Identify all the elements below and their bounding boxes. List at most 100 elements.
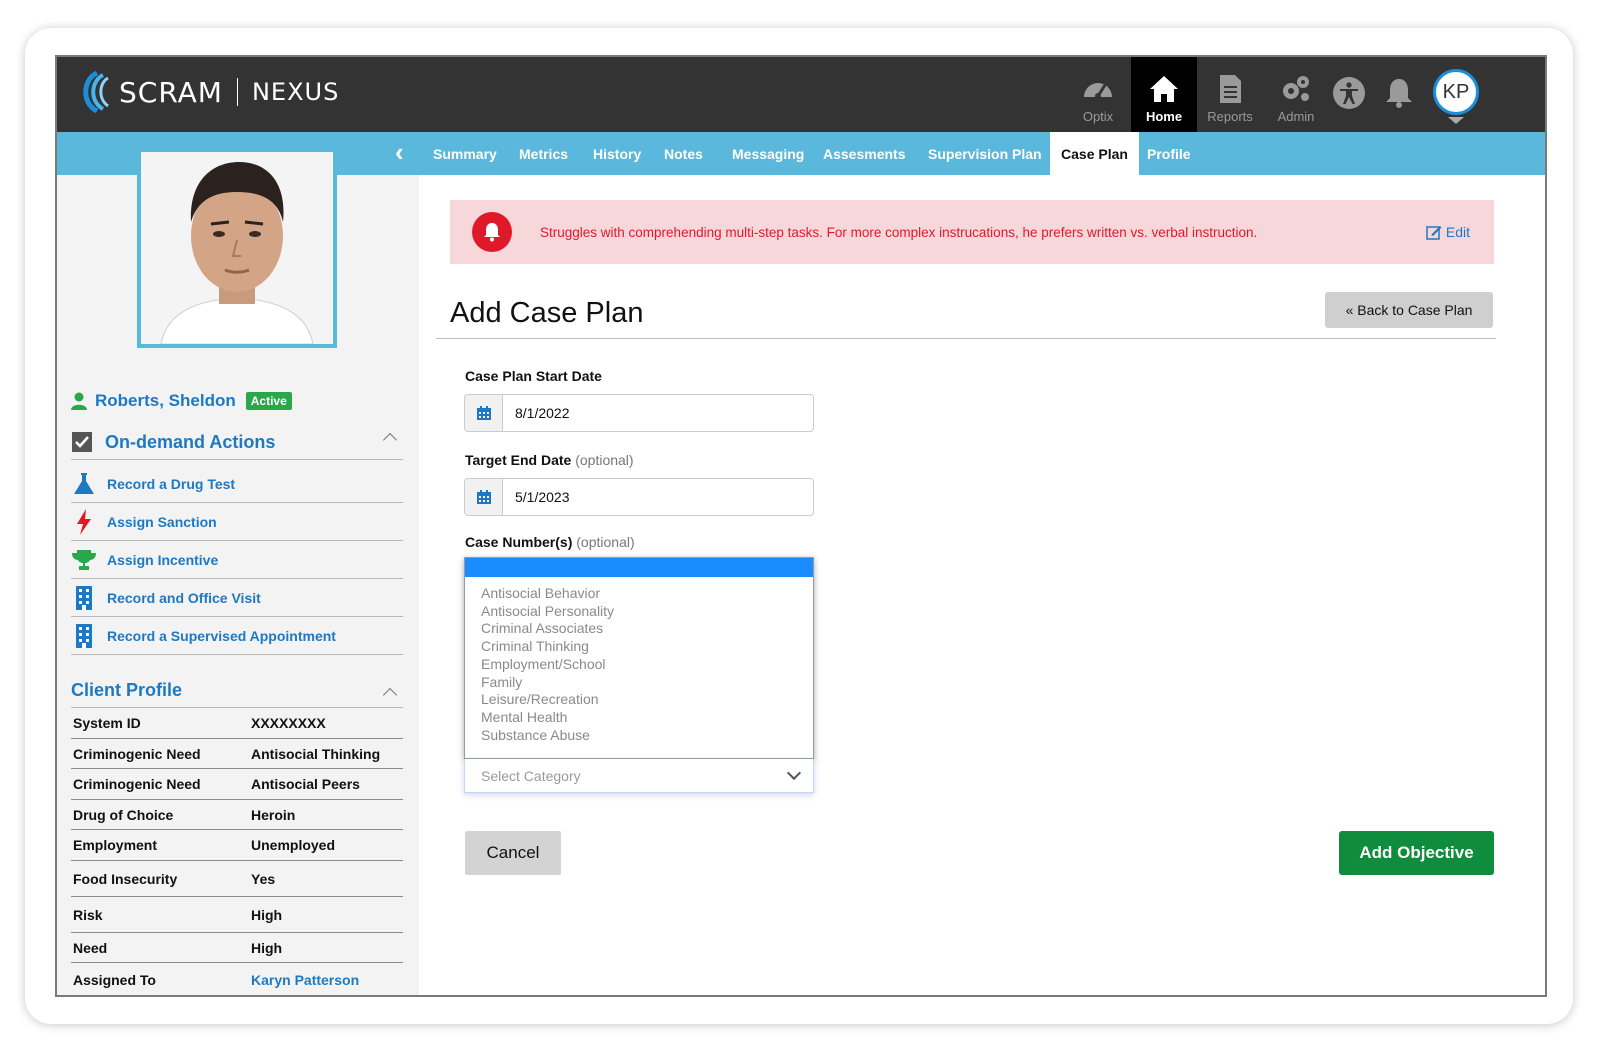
action-record-office-visit[interactable]: Record and Office Visit <box>71 579 403 617</box>
category-dropdown-list[interactable]: Antisocial Behavior Antisocial Personali… <box>464 557 814 759</box>
user-avatar[interactable]: KP <box>1433 69 1479 115</box>
brand-name: SCRAM <box>119 75 223 109</box>
end-date-field[interactable]: 5/1/2023 <box>464 478 814 516</box>
client-name[interactable]: Roberts, Sheldon <box>95 391 236 411</box>
profile-key: Employment <box>73 837 158 853</box>
end-date-label-text: Target End Date <box>465 452 572 468</box>
chevron-down-icon[interactable] <box>1448 117 1464 124</box>
brand-logo[interactable]: SCRAM NEXUS <box>75 69 339 115</box>
start-date-label-text: Case Plan Start Date <box>465 368 602 384</box>
start-date-field[interactable]: 8/1/2022 <box>464 394 814 432</box>
profile-value: Antisocial Thinking <box>251 745 381 762</box>
client-header: Roberts, Sheldon Active <box>71 391 292 411</box>
profile-row: Criminogenic Need Antisocial Peers <box>71 769 403 800</box>
category-select[interactable]: Select Category <box>464 759 814 793</box>
category-placeholder: Select Category <box>481 767 581 784</box>
nav-label: Home <box>1145 109 1183 124</box>
client-sidebar: Roberts, Sheldon Active On-demand Action… <box>57 148 419 995</box>
tab-case-plan[interactable]: Case Plan <box>1050 132 1139 175</box>
profile-value: Antisocial Peers <box>251 776 360 792</box>
cancel-button[interactable]: Cancel <box>465 831 561 875</box>
case-number-label-text: Case Number(s) <box>465 534 573 550</box>
category-option[interactable]: Criminal Thinking <box>481 638 813 656</box>
add-objective-button[interactable]: Add Objective <box>1339 831 1494 875</box>
chevron-left-icon[interactable]: ‹ <box>395 139 415 166</box>
category-options: Antisocial Behavior Antisocial Personali… <box>465 577 813 744</box>
calendar-icon[interactable] <box>465 479 503 515</box>
accessibility-button[interactable] <box>1329 73 1369 113</box>
action-label: Record a Drug Test <box>107 475 236 492</box>
action-assign-sanction[interactable]: Assign Sanction <box>71 503 403 541</box>
category-option[interactable]: Criminal Associates <box>481 620 813 638</box>
trophy-icon <box>71 547 97 573</box>
profile-row: Drug of Choice Heroin <box>71 800 403 830</box>
profile-value: Heroin <box>251 806 296 823</box>
brand-separator <box>236 78 238 106</box>
profile-value: XXXXXXXX <box>251 715 326 731</box>
on-demand-actions-header[interactable]: On-demand Actions <box>71 431 403 460</box>
edit-alert-button[interactable]: Edit <box>1426 224 1470 240</box>
client-profile-header[interactable]: Client Profile <box>71 680 403 708</box>
scram-logo-icon <box>83 70 109 114</box>
profile-row: Risk High <box>71 897 403 933</box>
nav-home[interactable]: Home <box>1131 57 1197 132</box>
client-alert-banner: Struggles with comprehending multi-step … <box>450 200 1494 264</box>
calendar-icon[interactable] <box>465 395 503 431</box>
start-date-value: 8/1/2022 <box>515 405 570 421</box>
tab-supervision-plan[interactable]: Supervision Plan <box>918 132 1052 175</box>
action-record-supervised-appointment[interactable]: Record a Supervised Appointment <box>71 617 403 655</box>
assigned-officer-link[interactable]: Karyn Patterson <box>251 972 403 988</box>
tab-assesments[interactable]: Assesments <box>813 132 916 175</box>
action-assign-incentive[interactable]: Assign Incentive <box>71 541 403 579</box>
action-record-drug-test[interactable]: Record a Drug Test <box>71 465 403 503</box>
tab-summary[interactable]: Summary <box>423 132 507 175</box>
profile-value: Unemployed <box>251 837 336 853</box>
action-label: Assign Incentive <box>107 551 219 568</box>
category-option[interactable]: Leisure/Recreation <box>481 691 813 709</box>
category-option[interactable]: Antisocial Personality <box>481 603 813 621</box>
edit-icon <box>1426 226 1442 240</box>
status-badge: Active <box>245 392 292 410</box>
nav-label: Optix <box>1082 109 1114 124</box>
category-option[interactable]: Family <box>481 674 813 692</box>
profile-row: Criminogenic Need Antisocial Thinking <box>71 739 403 769</box>
alert-message: Struggles with comprehending multi-step … <box>540 224 1258 240</box>
nav-optix[interactable]: Optix <box>1065 57 1131 132</box>
nav-admin[interactable]: Admin <box>1263 57 1329 132</box>
chevron-up-icon[interactable] <box>382 432 398 448</box>
section-title: On-demand Actions <box>105 431 276 452</box>
tab-messaging[interactable]: Messaging <box>722 132 814 175</box>
accessibility-icon <box>1333 77 1365 109</box>
tab-profile[interactable]: Profile <box>1137 132 1201 175</box>
person-icon <box>71 392 87 410</box>
end-date-value: 5/1/2023 <box>515 489 570 505</box>
tab-metrics[interactable]: Metrics <box>509 132 578 175</box>
client-photo <box>137 148 337 348</box>
start-date-label: Case Plan Start Date <box>465 368 602 384</box>
tab-history[interactable]: History <box>583 132 651 175</box>
action-label: Assign Sanction <box>107 513 217 530</box>
app-window: SCRAM NEXUS Optix Home Reports Admin KP … <box>55 55 1547 997</box>
optional-hint: (optional) <box>575 452 634 468</box>
category-option[interactable]: Mental Health <box>481 709 813 727</box>
top-bar: SCRAM NEXUS Optix Home Reports Admin KP <box>57 57 1545 132</box>
page-title: Add Case Plan <box>450 297 644 329</box>
chevron-down-icon[interactable] <box>786 765 802 781</box>
chevron-up-icon[interactable] <box>382 687 398 703</box>
checkbox-icon <box>72 432 92 452</box>
profile-row: Food Insecurity Yes <box>71 861 403 897</box>
tab-notes[interactable]: Notes <box>654 132 713 175</box>
title-divider <box>436 338 1496 339</box>
category-option[interactable]: Substance Abuse <box>481 727 813 745</box>
category-option[interactable]: Antisocial Behavior <box>481 585 813 603</box>
back-to-case-plan-button[interactable]: « Back to Case Plan <box>1325 292 1493 328</box>
profile-key: Need <box>73 939 108 956</box>
nav-label: Reports <box>1207 109 1253 124</box>
category-option[interactable]: Employment/School <box>481 656 813 674</box>
case-number-label: Case Number(s) (optional) <box>465 534 635 550</box>
nav-reports[interactable]: Reports <box>1197 57 1263 132</box>
notifications-button[interactable] <box>1379 73 1419 113</box>
profile-key: Food Insecurity <box>73 870 178 887</box>
highlighted-option[interactable] <box>465 558 813 577</box>
edit-label: Edit <box>1445 224 1470 240</box>
